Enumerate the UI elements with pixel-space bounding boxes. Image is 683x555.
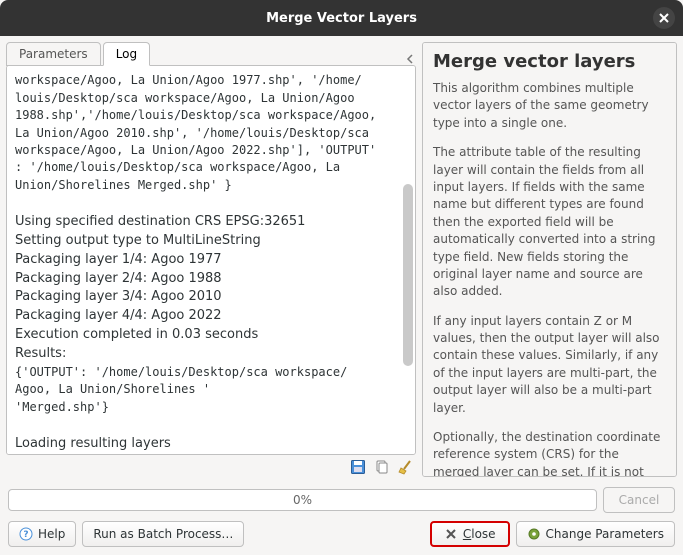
dialog-body: Parameters Log workspace/Agoo, La Union/… xyxy=(0,36,683,555)
floppy-disk-icon xyxy=(350,459,366,475)
log-line: Packaging layer 2/4: Agoo 1988 xyxy=(15,270,407,289)
log-toolbar xyxy=(6,455,416,477)
log-line: Packaging layer 3/4: Agoo 2010 xyxy=(15,288,407,307)
log-line: 'Merged.shp'} xyxy=(15,399,407,416)
svg-text:?: ? xyxy=(23,530,28,540)
log-line: : '/home/louis/Desktop/sca workspace/Ago… xyxy=(15,159,407,176)
log-line: workspace/Agoo, La Union/Agoo 2022.shp']… xyxy=(15,142,407,159)
close-button[interactable]: Close xyxy=(430,521,510,547)
log-line: 1988.shp','/home/louis/Desktop/sca works… xyxy=(15,107,407,124)
tab-log[interactable]: Log xyxy=(103,42,150,66)
log-line-blank xyxy=(15,416,407,435)
window-title: Merge Vector Layers xyxy=(266,11,417,26)
broom-icon xyxy=(398,459,414,475)
help-title: Merge vector layers xyxy=(433,51,666,72)
log-line: Execution completed in 0.03 seconds xyxy=(15,326,407,345)
close-button-label: Close xyxy=(463,527,496,541)
save-log-button[interactable] xyxy=(350,459,366,475)
clear-log-button[interactable] xyxy=(398,459,414,475)
title-bar: Merge Vector Layers xyxy=(0,0,683,36)
log-line: Loading resulting layers xyxy=(15,435,407,454)
copy-log-button[interactable] xyxy=(374,459,390,475)
close-icon xyxy=(659,13,669,23)
gear-icon xyxy=(527,527,541,541)
log-line: Algorithm 'Merge vector layers' finished xyxy=(15,454,407,455)
log-line: Using specified destination CRS EPSG:326… xyxy=(15,213,407,232)
run-batch-button[interactable]: Run as Batch Process… xyxy=(82,521,244,547)
log-line: Packaging layer 4/4: Agoo 2022 xyxy=(15,307,407,326)
window-close-button[interactable] xyxy=(653,7,675,29)
help-paragraph: The attribute table of the resulting lay… xyxy=(433,144,666,301)
log-line-blank xyxy=(15,194,407,213)
cancel-button: Cancel xyxy=(603,487,675,513)
log-output[interactable]: workspace/Agoo, La Union/Agoo 1977.shp',… xyxy=(6,65,416,455)
tab-parameters[interactable]: Parameters xyxy=(6,42,101,66)
change-parameters-button[interactable]: Change Parameters xyxy=(516,521,675,547)
log-line: workspace/Agoo, La Union/Agoo 1977.shp',… xyxy=(15,72,407,89)
help-icon: ? xyxy=(19,527,33,541)
help-paragraph: This algorithm combines multiple vector … xyxy=(433,80,666,132)
help-panel: Merge vector layers This algorithm combi… xyxy=(422,42,677,477)
log-line: Packaging layer 1/4: Agoo 1977 xyxy=(15,251,407,270)
log-line: Union/Shorelines Merged.shp' } xyxy=(15,177,407,194)
log-scrollbar[interactable] xyxy=(403,70,413,450)
progress-label: 0% xyxy=(293,493,312,507)
log-line: {'OUTPUT': '/home/louis/Desktop/sca work… xyxy=(15,364,407,381)
help-paragraph: Optionally, the destination coordinate r… xyxy=(433,429,666,477)
log-line: Results: xyxy=(15,345,407,364)
help-paragraph: If any input layers contain Z or M value… xyxy=(433,313,666,417)
help-button-label: Help xyxy=(38,527,65,541)
tab-bar: Parameters Log xyxy=(6,42,416,66)
content-row: Parameters Log workspace/Agoo, La Union/… xyxy=(6,42,677,477)
log-line: Setting output type to MultiLineString xyxy=(15,232,407,251)
tab-scroll-left-icon[interactable] xyxy=(404,52,416,66)
progress-row: 0% Cancel xyxy=(6,487,677,513)
log-line: La Union/Agoo 2010.shp', '/home/louis/De… xyxy=(15,125,407,142)
progress-bar: 0% xyxy=(8,489,597,511)
copy-icon xyxy=(374,459,390,475)
button-row: ? Help Run as Batch Process… Close Chang… xyxy=(6,521,677,549)
log-line: louis/Desktop/sca workspace/Agoo, La Uni… xyxy=(15,90,407,107)
left-pane: Parameters Log workspace/Agoo, La Union/… xyxy=(6,42,416,477)
change-parameters-label: Change Parameters xyxy=(546,527,664,541)
close-x-icon xyxy=(444,527,458,541)
log-line: Agoo, La Union/Shorelines ' xyxy=(15,381,407,398)
help-button[interactable]: ? Help xyxy=(8,521,76,547)
